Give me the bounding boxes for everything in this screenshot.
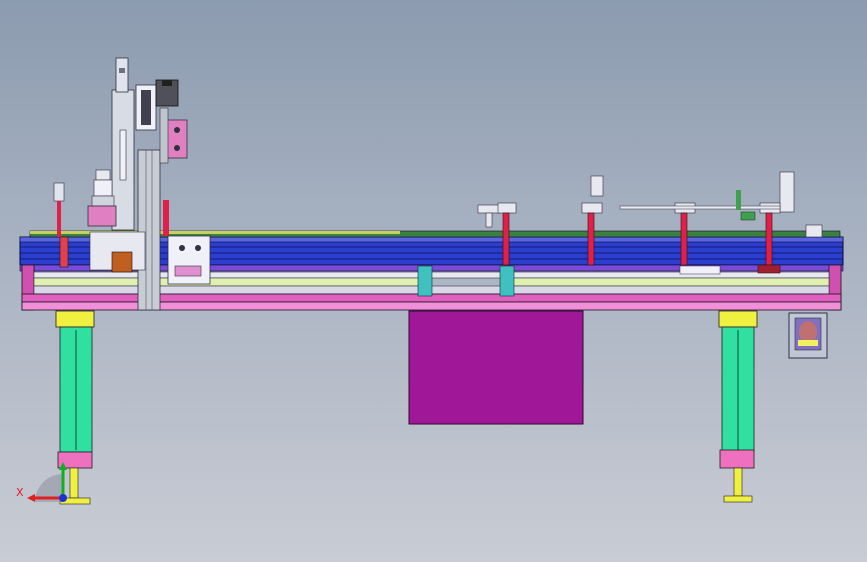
- right-leg: [718, 310, 758, 503]
- control-panel-icon: [788, 312, 828, 359]
- electrical-cabinet: [408, 310, 584, 425]
- machine-drawing: X: [16, 57, 844, 505]
- x-axis-label: X: [16, 486, 24, 499]
- cad-viewport[interactable]: X: [0, 0, 867, 562]
